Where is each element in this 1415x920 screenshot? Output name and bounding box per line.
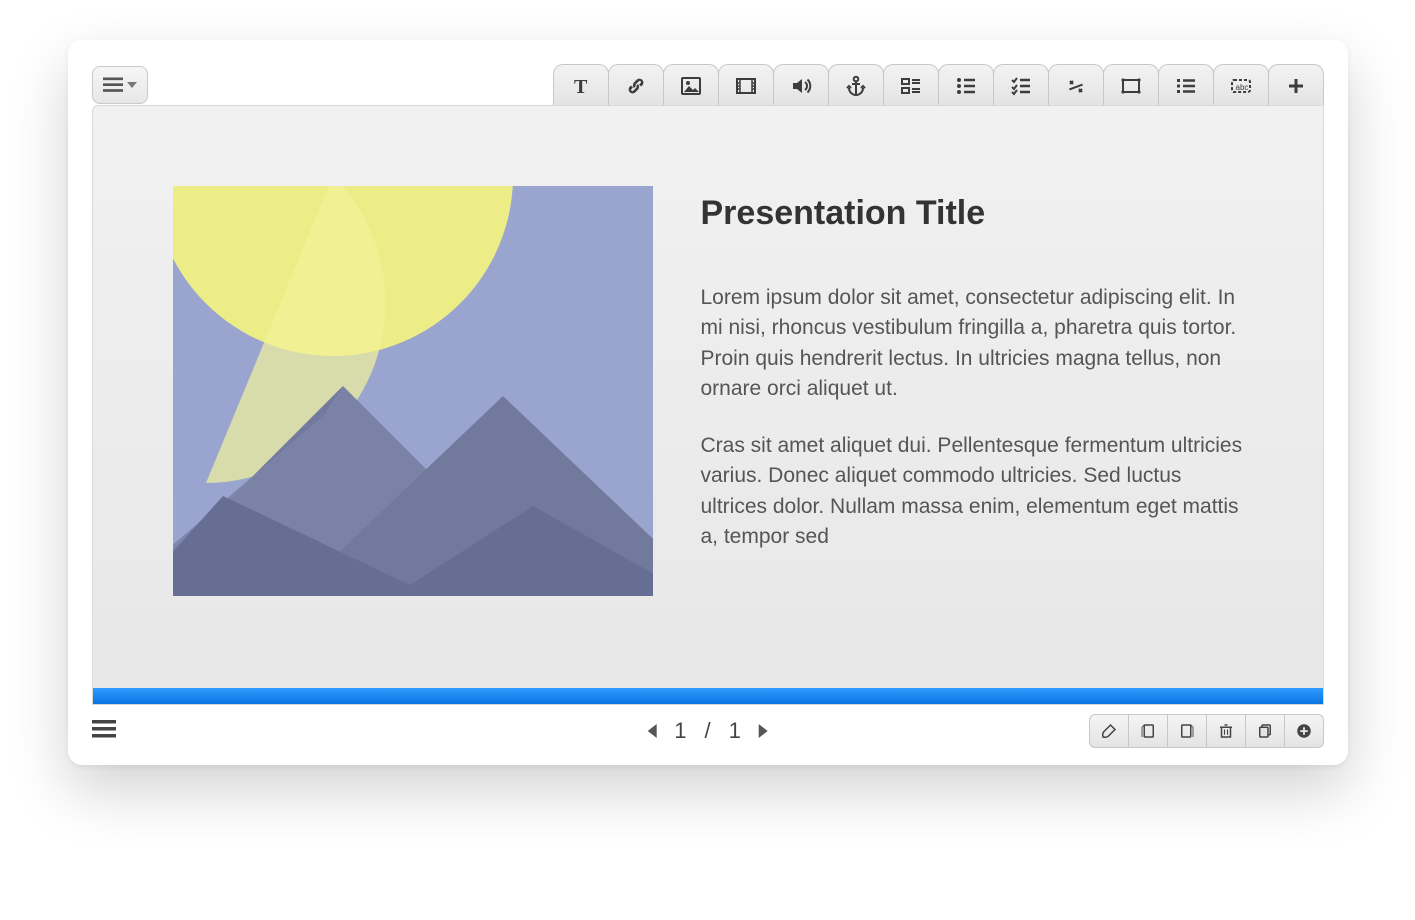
slide-progress-bar	[93, 688, 1323, 704]
caption-icon: abc	[1229, 74, 1253, 98]
tool-bullet-list[interactable]	[938, 64, 994, 106]
mountain-sun-icon	[173, 186, 653, 596]
text-icon: T	[569, 74, 593, 98]
move-slide-forward-button[interactable]	[1167, 714, 1207, 748]
tool-video[interactable]	[718, 64, 774, 106]
duplicate-slide-button[interactable]	[1245, 714, 1285, 748]
trash-icon	[1217, 722, 1235, 740]
page-separator: /	[704, 718, 710, 744]
delete-slide-button[interactable]	[1206, 714, 1246, 748]
tool-layout[interactable]	[883, 64, 939, 106]
slide-paragraph-1[interactable]: Lorem ipsum dolor sit amet, consectetur …	[701, 283, 1253, 405]
tool-text[interactable]: T	[553, 64, 609, 106]
duplicate-icon	[1256, 722, 1274, 740]
brush-button[interactable]	[1089, 714, 1129, 748]
anchor-icon	[844, 74, 868, 98]
next-slide-arrow-icon[interactable]	[759, 724, 768, 738]
tool-link[interactable]	[608, 64, 664, 106]
slide-title[interactable]: Presentation Title	[701, 194, 1253, 233]
top-toolbar: T	[92, 60, 1324, 106]
editor-window: T	[68, 40, 1348, 765]
page-forward-icon	[1178, 722, 1196, 740]
hamburger-icon	[103, 76, 123, 94]
tool-add[interactable]	[1268, 64, 1324, 106]
tool-fraction[interactable]	[1048, 64, 1104, 106]
page-back-icon	[1139, 722, 1157, 740]
tool-audio[interactable]	[773, 64, 829, 106]
tool-anchor[interactable]	[828, 64, 884, 106]
checklist-icon	[1009, 74, 1033, 98]
fraction-icon	[1064, 74, 1088, 98]
brush-icon	[1100, 722, 1118, 740]
slide-content: Presentation Title Lorem ipsum dolor sit…	[173, 186, 1253, 596]
layout-icon	[899, 74, 923, 98]
list-icon	[1174, 74, 1198, 98]
insert-tool-strip: T	[553, 60, 1324, 106]
slide-text-column: Presentation Title Lorem ipsum dolor sit…	[701, 186, 1253, 579]
svg-text:abc: abc	[1235, 83, 1248, 92]
bullet-list-icon	[954, 74, 978, 98]
plus-icon	[1284, 74, 1308, 98]
bottom-toolbar: 1 / 1	[92, 705, 1324, 753]
crop-selection-icon	[1119, 74, 1143, 98]
tool-caption[interactable]: abc	[1213, 64, 1269, 106]
main-menu-button[interactable]	[92, 66, 148, 104]
slide-canvas[interactable]: Presentation Title Lorem ipsum dolor sit…	[92, 105, 1324, 705]
tool-list[interactable]	[1158, 64, 1214, 106]
video-icon	[734, 74, 758, 98]
slides-panel-toggle[interactable]	[92, 718, 116, 745]
tool-crop[interactable]	[1103, 64, 1159, 106]
slide-actions	[1089, 714, 1324, 748]
move-slide-back-button[interactable]	[1128, 714, 1168, 748]
hamburger-icon	[92, 718, 116, 740]
prev-slide-arrow-icon[interactable]	[647, 724, 656, 738]
audio-icon	[789, 74, 813, 98]
link-icon	[624, 74, 648, 98]
page-navigator: 1 / 1	[647, 718, 768, 744]
add-slide-button[interactable]	[1284, 714, 1324, 748]
image-icon	[679, 74, 703, 98]
current-page: 1	[674, 718, 686, 744]
slide-paragraph-2[interactable]: Cras sit amet aliquet dui. Pellentesque …	[701, 431, 1253, 553]
plus-circle-icon	[1295, 722, 1313, 740]
dropdown-caret-icon	[127, 82, 137, 88]
tool-image[interactable]	[663, 64, 719, 106]
slide-image-placeholder[interactable]	[173, 186, 653, 596]
svg-text:T: T	[574, 76, 588, 98]
total-pages: 1	[729, 718, 741, 744]
tool-checklist[interactable]	[993, 64, 1049, 106]
